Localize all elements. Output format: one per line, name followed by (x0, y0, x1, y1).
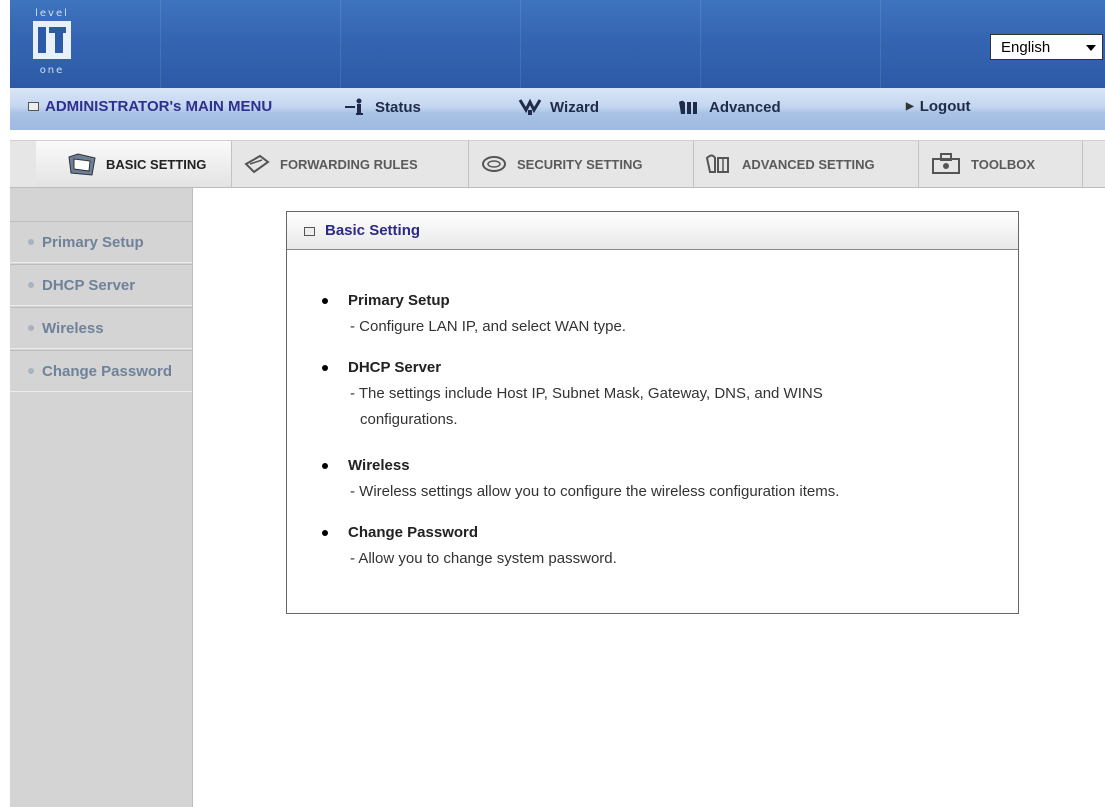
entry-description-line: - Wireless settings allow you to configu… (350, 483, 840, 500)
entry-description: - Wireless settings allow you to configu… (350, 479, 990, 505)
entry-description-line: - Configure LAN IP, and select WAN type. (350, 318, 626, 335)
admin-main-menu-link[interactable]: ADMINISTRATOR's MAIN MENU (28, 98, 272, 115)
wizard-link[interactable]: Wizard (518, 98, 599, 116)
advanced-label: Advanced (709, 98, 781, 116)
logout-link[interactable]: ▶ Logout (906, 98, 971, 115)
tab-forwarding-rules[interactable]: FORWARDING RULES (232, 141, 469, 187)
bullet-icon (28, 282, 34, 288)
tab-toolbox[interactable]: TOOLBOX (919, 141, 1083, 187)
sidebar-item-dhcp-server[interactable]: DHCP Server (10, 264, 192, 306)
sidebar-item-label: Primary Setup (42, 233, 144, 251)
main-menu-bar: ADMINISTRATOR's MAIN MENU Status Wizard … (10, 88, 1105, 130)
entry-description-line: - Allow you to change system password. (350, 550, 617, 567)
panel-title: Basic Setting (325, 222, 421, 239)
entry-description: - Configure LAN IP, and select WAN type. (350, 314, 990, 340)
sidebar-item-label: DHCP Server (42, 276, 136, 294)
folder-icon (68, 153, 96, 176)
toolbox-icon (932, 153, 960, 174)
tab-basic-setting[interactable]: BASIC SETTING (36, 141, 232, 187)
entry-title: Primary Setup (348, 292, 450, 309)
level-one-logo: level one (30, 8, 74, 78)
bullet-icon (322, 365, 328, 371)
tab-advanced-setting[interactable]: ADVANCED SETTING (694, 141, 919, 187)
bullet-icon (322, 298, 328, 304)
entry-description: - The settings include Host IP, Subnet M… (350, 381, 990, 433)
entry-description: - Allow you to change system password. (350, 546, 990, 572)
basic-setting-panel: Basic Setting Primary Setup - Configure … (286, 211, 1019, 614)
sidebar-item-change-password[interactable]: Change Password (10, 350, 192, 392)
logout-label: Logout (919, 98, 971, 115)
entry-title: Wireless (348, 457, 410, 474)
menu-square-icon (28, 102, 39, 111)
logo-top-text: level (35, 8, 69, 19)
tab-label: ADVANCED SETTING (742, 156, 875, 172)
panel-square-icon (304, 227, 315, 236)
wizard-icon (518, 98, 542, 115)
wizard-label: Wizard (550, 98, 600, 116)
entry-title: Change Password (348, 524, 479, 541)
entry-title: DHCP Server (348, 359, 442, 376)
advanced-link[interactable]: Advanced (677, 98, 781, 116)
forwarding-icon (244, 154, 270, 174)
language-select[interactable]: English (990, 34, 1103, 60)
advanced-icon (679, 100, 697, 114)
status-label: Status (375, 98, 421, 116)
sidebar-item-wireless[interactable]: Wireless (10, 307, 192, 349)
logout-arrow-icon: ▶ (906, 101, 914, 112)
tab-security-setting[interactable]: SECURITY SETTING (469, 141, 694, 187)
header-banner: level one English (10, 0, 1105, 88)
bullet-icon (28, 325, 34, 331)
entry-description-line: configurations. (360, 411, 458, 428)
bullet-icon (28, 239, 34, 245)
bullet-icon (322, 463, 328, 469)
sidebar-item-primary-setup[interactable]: Primary Setup (10, 221, 192, 263)
tab-label: BASIC SETTING (106, 156, 207, 172)
tab-label: SECURITY SETTING (517, 156, 643, 172)
sidebar: Primary Setup DHCP Server Wireless Chang… (10, 188, 193, 807)
tab-label: TOOLBOX (971, 156, 1036, 172)
status-icon (345, 98, 363, 115)
bullet-icon (28, 368, 34, 374)
settings-tab-bar: BASIC SETTING FORWARDING RULES SECURITY … (10, 140, 1105, 188)
sidebar-item-label: Wireless (42, 319, 104, 337)
admin-menu-label: ADMINISTRATOR's MAIN MENU (45, 98, 273, 115)
language-value: English (1001, 39, 1051, 56)
tab-label: FORWARDING RULES (280, 156, 418, 172)
bullet-icon (322, 530, 328, 536)
panel-header: Basic Setting (287, 212, 1018, 250)
logo-bottom-text: one (39, 65, 65, 76)
dropdown-arrow-icon (1086, 45, 1096, 51)
status-link[interactable]: Status (343, 98, 421, 116)
logo-mark-icon (33, 21, 71, 59)
security-icon (482, 156, 506, 172)
entry-description-line: - The settings include Host IP, Subnet M… (350, 385, 823, 402)
sidebar-item-label: Change Password (42, 362, 173, 380)
advanced-setting-icon (705, 154, 729, 173)
